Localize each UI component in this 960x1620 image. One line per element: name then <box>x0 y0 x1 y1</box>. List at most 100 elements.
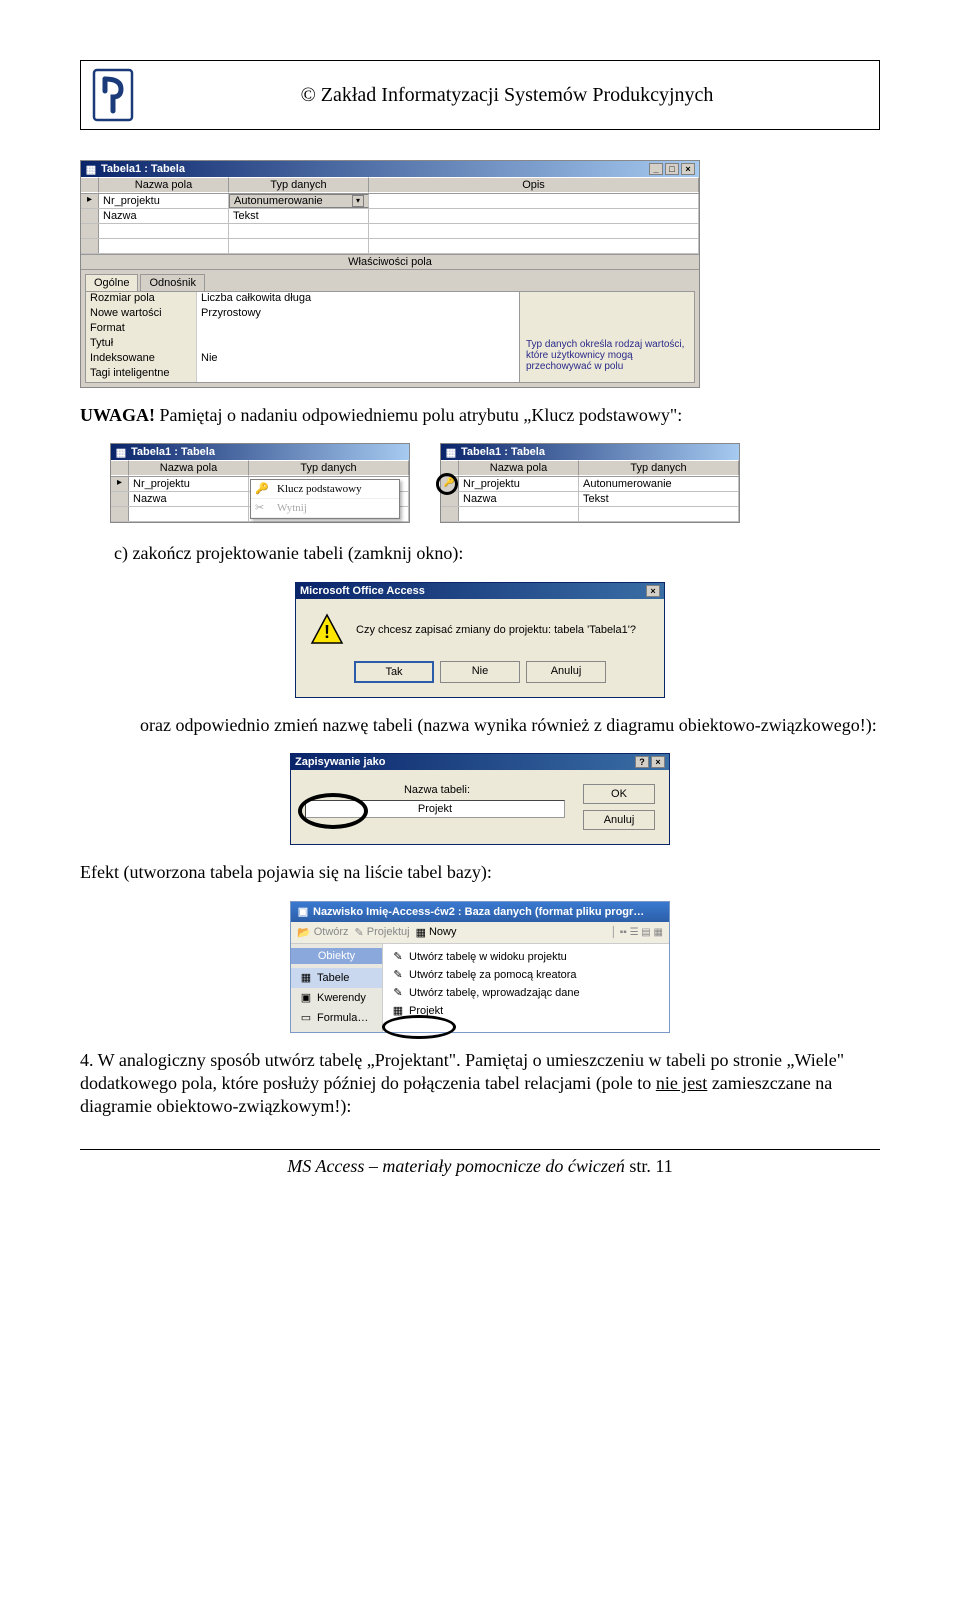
row-selector-icon[interactable]: ▸ <box>81 194 99 208</box>
paragraph-rename: oraz odpowiednio zmień nazwę tabeli (naz… <box>140 714 880 737</box>
datatype-dropdown[interactable]: Autonumerowanie ▾ <box>229 194 369 208</box>
datatype-value: Autonumerowanie <box>234 194 323 208</box>
datatype-cell[interactable]: Tekst <box>229 209 369 223</box>
screenshot-database-window: ▣ Nazwisko Imię-Access-ćw2 : Baza danych … <box>290 901 670 1033</box>
column-header-type: Typ danych <box>579 460 739 476</box>
column-header-field: Nazwa pola <box>99 177 229 193</box>
datatype-cell[interactable]: Autonumerowanie <box>579 477 739 491</box>
org-logo <box>91 67 135 123</box>
sidebar-item-forms[interactable]: ▭Formula… <box>291 1008 382 1028</box>
prop-value[interactable]: Nie <box>196 352 519 367</box>
list-item-c: c) zakończ projektowanie tabeli (zamknij… <box>114 542 880 565</box>
prop-value[interactable] <box>196 367 519 382</box>
description-cell[interactable] <box>369 194 699 208</box>
open-button[interactable]: 📂Otwórz <box>297 926 349 939</box>
table-row[interactable]: Nazwa Tekst <box>81 209 699 224</box>
datatype-cell[interactable]: Tekst <box>579 492 739 506</box>
database-icon: ▣ <box>297 906 309 918</box>
warning-icon: ! <box>310 613 344 647</box>
cancel-button[interactable]: Anuluj <box>526 661 606 683</box>
list-item-create-wizard[interactable]: ✎Utwórz tabelę za pomocą kreatora <box>387 966 665 984</box>
prop-value[interactable]: Przyrostowy <box>196 307 519 322</box>
uwaga-label: UWAGA! <box>80 405 155 425</box>
new-button[interactable]: ▦Nowy <box>416 926 457 939</box>
svg-text:!: ! <box>324 622 330 642</box>
screenshot-pk-set: ▦Tabela1 : Tabela Nazwa pola Typ danych … <box>440 443 740 523</box>
maximize-button[interactable]: □ <box>665 163 679 175</box>
queries-icon: ▣ <box>299 991 313 1005</box>
tab-general[interactable]: Ogólne <box>85 274 138 291</box>
design-icon: ✎ <box>355 926 364 939</box>
annotation-circle <box>382 1015 456 1039</box>
window-titlebar: ▦ Tabela1 : Tabela _ □ × <box>81 161 699 177</box>
page-footer: MS Access – materiały pomocnicze do ćwic… <box>80 1156 880 1177</box>
paragraph-effect: Efekt (utworzona tabela pojawia się na l… <box>80 861 880 884</box>
window-title: Tabela1 : Tabela <box>461 446 545 458</box>
field-name-cell[interactable]: Nazwa <box>99 209 229 223</box>
wizard-icon: ✎ <box>391 950 405 964</box>
prop-label: Nowe wartości <box>86 307 196 322</box>
screenshot-table-design: ▦ Tabela1 : Tabela _ □ × Nazwa pola Typ … <box>80 160 700 388</box>
close-button[interactable]: × <box>646 585 660 597</box>
prop-value[interactable] <box>196 322 519 337</box>
field-name-cell[interactable]: Nr_projektu <box>99 194 229 208</box>
properties-section-header: Właściwości pola <box>81 254 699 270</box>
field-name-cell[interactable]: Nazwa <box>459 492 579 506</box>
table-row[interactable]: ▸ Nr_projektu Autonumerowanie ▾ <box>81 194 699 209</box>
footer-rule <box>80 1149 880 1150</box>
prop-value[interactable] <box>196 337 519 352</box>
list-item-create-design[interactable]: ✎Utwórz tabelę w widoku projektu <box>387 948 665 966</box>
close-button[interactable]: × <box>651 756 665 768</box>
sidebar-item-tables[interactable]: ▦Tabele <box>291 968 382 988</box>
window-title: Nazwisko Imię-Access-ćw2 : Baza danych (… <box>313 906 644 918</box>
field-name-cell[interactable]: Nazwa <box>129 492 249 506</box>
dialog-message: Czy chcesz zapisać zmiany do projektu: t… <box>356 624 636 636</box>
context-menu: 🔑 Klucz podstawowy ✂ Wytnij <box>250 479 400 519</box>
dialog-title: Microsoft Office Access <box>300 585 425 597</box>
view-icons[interactable]: │ ▪▪ ☰ ▤ ▦ <box>611 927 663 938</box>
chevron-down-icon[interactable]: ▾ <box>352 195 364 207</box>
close-button[interactable]: × <box>681 163 695 175</box>
paragraph-uwaga: UWAGA! Pamiętaj o nadaniu odpowiedniemu … <box>80 404 880 427</box>
ok-button[interactable]: OK <box>583 784 655 804</box>
prop-label: Tytuł <box>86 337 196 352</box>
page-header: © Zakład Informatyzacji Systemów Produkc… <box>80 60 880 130</box>
new-icon: ▦ <box>416 926 426 939</box>
tab-lookup[interactable]: Odnośnik <box>140 274 204 291</box>
table-icon: ▦ <box>115 446 127 458</box>
header-title: © Zakład Informatyzacji Systemów Produkc… <box>145 84 869 107</box>
table-icon: ▦ <box>445 446 457 458</box>
open-icon: 📂 <box>297 926 311 939</box>
field-name-cell[interactable]: Nr_projektu <box>129 477 249 491</box>
design-button[interactable]: ✎Projektuj <box>355 926 410 939</box>
key-icon: 🔑 <box>255 482 269 495</box>
yes-button[interactable]: Tak <box>354 661 434 683</box>
cut-icon: ✂ <box>255 501 264 514</box>
table-row[interactable] <box>81 239 699 254</box>
column-header-field: Nazwa pola <box>129 460 249 476</box>
row-selector-icon[interactable]: ▸ <box>111 477 129 491</box>
table-row[interactable] <box>81 224 699 239</box>
db-toolbar: 📂Otwórz ✎Projektuj ▦Nowy │ ▪▪ ☰ ▤ ▦ <box>291 922 669 944</box>
no-button[interactable]: Nie <box>440 661 520 683</box>
window-title: Tabela1 : Tabela <box>131 446 215 458</box>
cancel-button[interactable]: Anuluj <box>583 810 655 830</box>
properties-pane: Rozmiar polaLiczba całkowita długa Nowe … <box>85 291 695 383</box>
prop-value[interactable]: Liczba całkowita długa <box>196 292 519 307</box>
sidebar-header: Obiekty <box>291 948 382 964</box>
column-header-field: Nazwa pola <box>459 460 579 476</box>
column-header-desc: Opis <box>369 177 699 193</box>
minimize-button[interactable]: _ <box>649 163 663 175</box>
list-item-4: 4. W analogiczny sposób utwórz tabelę „P… <box>80 1049 880 1119</box>
sidebar-item-queries[interactable]: ▣Kwerendy <box>291 988 382 1008</box>
description-cell[interactable] <box>369 209 699 223</box>
field-name-cell[interactable]: Nr_projektu <box>459 477 579 491</box>
prop-label: Indeksowane <box>86 352 196 367</box>
list-item-create-data[interactable]: ✎Utwórz tabelę, wprowadzając dane <box>387 984 665 1002</box>
column-header-type: Typ danych <box>249 460 409 476</box>
objects-sidebar: Obiekty ▦Tabele ▣Kwerendy ▭Formula… <box>291 944 383 1032</box>
menu-item-primary-key[interactable]: 🔑 Klucz podstawowy <box>251 480 399 499</box>
dialog-confirm-save: Microsoft Office Access × ! Czy chcesz z… <box>295 582 665 698</box>
help-button[interactable]: ? <box>635 756 649 768</box>
dialog-title: Zapisywanie jako <box>295 756 385 768</box>
